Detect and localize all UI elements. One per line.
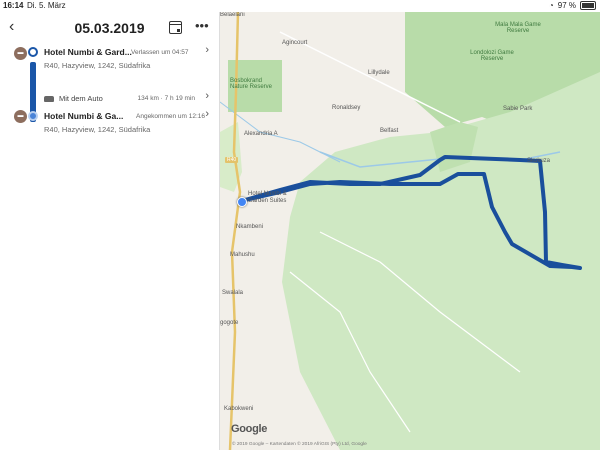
battery-fill	[582, 3, 594, 8]
map-view[interactable]: Belaelani Agincourt Mala Mala Game Reser…	[220, 12, 600, 450]
timeline-place-arrival[interactable]: ▬ Hotel Numbi & Ga... Angekommen um 12:1…	[0, 108, 219, 142]
map-label-gogote: gogote	[220, 320, 239, 326]
place-status: Verlassen um 04:57	[131, 49, 189, 56]
status-indicators: ◔ 97 %	[549, 1, 596, 10]
place-status: Angekommen um 12:16	[136, 113, 206, 120]
map-label-ronaldsey: Ronaldsey	[332, 105, 361, 111]
place-title: Hotel Numbi & Ga...	[44, 111, 124, 121]
place-address: R40, Hazyview, 1242, Südafrika	[44, 61, 151, 70]
wifi-icon: ◔	[548, 1, 554, 10]
place-title: Hotel Numbi & Gard...	[44, 47, 132, 57]
map-label-mala-mala: Mala Mala Game Reserve	[495, 22, 541, 34]
chevron-right-icon: ›	[205, 90, 209, 102]
map-label-agincourt: Agincourt	[282, 40, 308, 46]
map-label-sabie-park: Sabie Park	[503, 106, 533, 112]
map-label-nkambeni: Nkambeni	[236, 224, 264, 230]
map-label-kabokweni: Kabokweni	[224, 406, 254, 412]
hotel-icon: ▬	[14, 47, 27, 60]
map-label-belaelani: Belaelani	[220, 12, 245, 18]
status-bar: 16:14 Di. 5. März ◔ 97 %	[0, 0, 600, 12]
timeline-travel-segment[interactable]: Mit dem Auto 134 km · 7 h 19 min ›	[0, 90, 219, 108]
map-label-swalala: Swalala	[222, 290, 244, 296]
road-shield-r40: R40	[225, 157, 239, 163]
travel-mode-label: Mit dem Auto	[59, 94, 103, 103]
hotel-location-pin[interactable]	[237, 197, 247, 207]
map-label-lillydale: Lillydale	[368, 70, 390, 76]
battery-percent: 97 %	[557, 1, 576, 10]
more-options-button[interactable]: •••	[195, 18, 209, 33]
hotel-icon: ▬	[14, 110, 27, 123]
timeline-dot-start	[28, 47, 38, 57]
place-address: R40, Hazyview, 1242, Südafrika	[44, 125, 151, 134]
timeline-place-departure[interactable]: ▬ Hotel Numbi & Gard... Verlassen um 04:…	[0, 44, 219, 78]
battery-icon	[580, 1, 596, 10]
timeline-dot-end	[28, 111, 38, 121]
map-canvas[interactable]	[220, 12, 600, 450]
timeline-panel: ‹ 05.03.2019 ••• ▬ Hotel Numbi & Gard...…	[0, 12, 220, 450]
map-label-hotel: Hotel Numbi & Garden Suites	[248, 191, 287, 204]
map-label-belfast: Belfast	[380, 128, 399, 134]
status-time: 16:14	[3, 1, 24, 10]
map-label-bosbokrand: Bosbokrand Nature Reserve	[230, 78, 273, 90]
map-label-mahushu: Mahushu	[230, 252, 255, 258]
map-label-skukuza: Skukuza	[527, 158, 551, 164]
car-icon	[44, 96, 54, 102]
date-title: 05.03.2019	[74, 20, 145, 36]
timeline-header: ‹ 05.03.2019 •••	[0, 12, 219, 44]
map-attribution[interactable]: © 2019 Google – Kartendaten © 2019 AfriG…	[232, 442, 367, 447]
calendar-icon[interactable]	[169, 21, 182, 34]
travel-distance-duration: 134 km · 7 h 19 min	[137, 95, 195, 102]
google-logo: Google	[231, 423, 268, 435]
chevron-right-icon: ›	[205, 108, 209, 120]
map-label-londolozi: Londolozi Game Reserve	[470, 50, 514, 62]
status-date: Di. 5. März	[27, 1, 66, 10]
chevron-right-icon: ›	[205, 44, 209, 56]
map-label-alexandria: Alexandria A	[244, 131, 278, 137]
